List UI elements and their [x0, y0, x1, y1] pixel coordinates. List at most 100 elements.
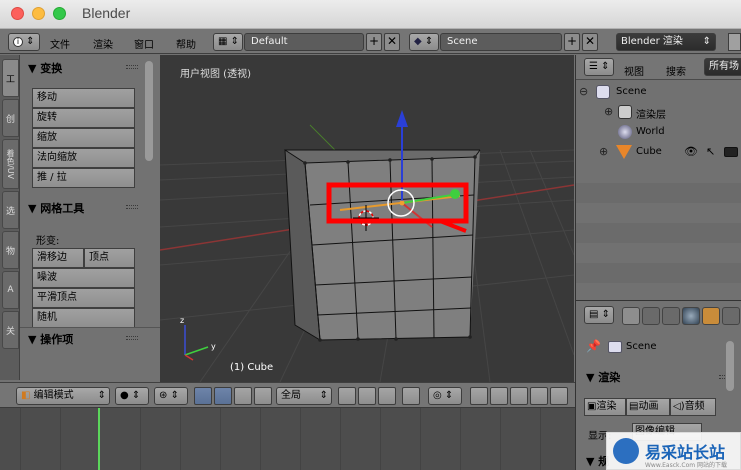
timeline-playhead[interactable] [98, 408, 100, 470]
selectable-cursor-icon[interactable]: ↖ [706, 145, 715, 158]
face-select-icon[interactable] [378, 387, 396, 405]
scene-name-field[interactable]: Scene [440, 33, 562, 51]
audio-button[interactable]: ◁)音频 [670, 398, 716, 416]
menu-help[interactable]: 帮助 [176, 36, 196, 51]
scale-manipulator-icon[interactable] [254, 387, 272, 405]
tab-relations[interactable]: 关 [2, 311, 19, 349]
scale-button[interactable]: 缩放 [32, 128, 135, 148]
panel-grip-icon[interactable] [126, 65, 138, 69]
zoom-window-button[interactable] [53, 7, 66, 20]
menu-file[interactable]: 文件 [50, 36, 70, 51]
rotate-button[interactable]: 旋转 [32, 108, 135, 128]
manipulator-toggle-icon[interactable] [194, 387, 212, 405]
visibility-eye-icon[interactable]: 👁 [684, 145, 698, 158]
delete-scene-button[interactable]: ✕ [582, 33, 598, 51]
timeline-gridline [500, 408, 501, 470]
screen-layout-menu[interactable]: ▦ ⇕ [213, 33, 243, 51]
limit-selection-icon[interactable] [402, 387, 420, 405]
tool-shelf-scrollbar[interactable] [145, 61, 153, 161]
proportional-edit-select[interactable]: ◎ ⇕ [428, 387, 462, 405]
render-panel-header[interactable]: ▼ 渲染 [586, 369, 620, 385]
outliner-menu-search[interactable]: 搜索 [666, 63, 686, 78]
animation-button[interactable]: ▤动画 [626, 398, 670, 416]
tab-shading-uv[interactable]: 着色/UV [2, 139, 19, 189]
outliner-editor-type-button[interactable]: ☰ ⇕ [584, 58, 614, 76]
pivot-select[interactable]: ⊛ ⇕ [154, 387, 188, 405]
render-engine-select[interactable]: Blender 渲染 ⇕ [616, 33, 716, 51]
object-tab-icon[interactable] [702, 307, 720, 325]
edge-select-icon[interactable] [358, 387, 376, 405]
properties-scrollbar[interactable] [726, 341, 734, 391]
outliner-row-scene[interactable]: ⊖ Scene [576, 83, 741, 103]
slide-vertex-button[interactable]: 顶点 [84, 248, 135, 268]
outliner: ☰ ⇕ 视图 搜索 所有场 ⊖ Scene ⊕ 渲染层 World ⊕ Cube… [575, 55, 741, 300]
minimize-window-button[interactable] [32, 7, 45, 20]
outliner-icon: ☰ [589, 61, 598, 72]
properties-editor-type-button[interactable]: ▤ ⇕ [584, 306, 614, 324]
render-layers-tab-icon[interactable] [642, 307, 660, 325]
vertex-select-icon[interactable] [338, 387, 356, 405]
outliner-menu-view[interactable]: 视图 [624, 63, 644, 78]
snap-toggle-icon[interactable] [470, 387, 488, 405]
viewport-scene[interactable]: z y [160, 55, 574, 382]
mesh-tools-header[interactable]: ▼ 网格工具 [28, 200, 84, 216]
layout-name-field[interactable]: Default [244, 33, 364, 51]
y-axis-handle-icon[interactable] [450, 189, 460, 199]
timeline[interactable] [0, 408, 575, 470]
opengl-render-icon[interactable] [530, 387, 548, 405]
watermark: 易采站长站 Www.Easck.Com 网站的下载 [606, 432, 741, 470]
move-button[interactable]: 移动 [32, 88, 135, 108]
add-layout-button[interactable]: + [366, 33, 382, 51]
add-scene-button[interactable]: + [564, 33, 580, 51]
close-window-button[interactable] [11, 7, 24, 20]
snap-element-icon[interactable] [490, 387, 508, 405]
outliner-empty-rows [576, 163, 741, 300]
opengl-animation-icon[interactable] [550, 387, 568, 405]
mode-select[interactable]: ◧ 编辑模式 ⇕ [16, 387, 110, 405]
smooth-vertex-button[interactable]: 平滑顶点 [32, 288, 135, 308]
translate-manipulator-icon[interactable] [214, 387, 232, 405]
normal-scale-button[interactable]: 法向缩放 [32, 148, 135, 168]
orientation-select[interactable]: 全局 ⇕ [276, 387, 332, 405]
randomize-button[interactable]: 随机 [32, 308, 135, 328]
outliner-filter-select[interactable]: 所有场 [704, 58, 741, 76]
outliner-row-world[interactable]: World [576, 123, 741, 143]
expand-icon[interactable]: ⊕ [599, 145, 608, 158]
transform-panel-header[interactable]: ▼ 变换 [28, 60, 62, 76]
scene-tab-icon[interactable] [662, 307, 680, 325]
pin-icon[interactable]: 📌 [586, 339, 601, 353]
3d-viewport[interactable]: z y 用户视图 (透视) (1) Cube [160, 55, 574, 382]
z-arrow-head-icon[interactable] [396, 110, 408, 127]
operator-panel-header[interactable]: ▼ 操作项 [28, 331, 73, 347]
noise-button[interactable]: 噪波 [32, 268, 135, 288]
shading-select[interactable]: ● ⇕ [115, 387, 149, 405]
slide-edge-button[interactable]: 滑移边 [32, 248, 84, 268]
push-pull-button[interactable]: 推 / 拉 [32, 168, 135, 188]
editor-type-info-button[interactable]: i ⇕ [8, 33, 40, 51]
rotate-manipulator-icon[interactable] [234, 387, 252, 405]
tab-create[interactable]: 创 [2, 99, 19, 137]
outliner-row-cube[interactable]: ⊕ Cube 👁 ↖ [576, 143, 741, 163]
snap-target-icon[interactable] [510, 387, 528, 405]
menu-window[interactable]: 窗口 [134, 36, 154, 51]
outliner-row-render-layers[interactable]: ⊕ 渲染层 [576, 103, 741, 123]
menu-render[interactable]: 渲染 [93, 36, 113, 51]
collapse-icon[interactable]: ⊖ [579, 85, 588, 98]
panel-grip-icon[interactable] [126, 205, 138, 209]
render-tab-camera-icon[interactable] [622, 307, 640, 325]
tab-physics[interactable]: 物 [2, 231, 19, 269]
modifiers-tab-icon[interactable] [722, 307, 740, 325]
tab-a[interactable]: A [2, 271, 19, 309]
render-button[interactable]: ▣渲染 [584, 398, 626, 416]
timeline-gridline [140, 408, 141, 470]
stats-button[interactable] [728, 33, 741, 51]
expand-icon[interactable]: ⊕ [604, 105, 613, 118]
panel-grip-icon[interactable] [126, 336, 138, 340]
tab-tools[interactable]: 工 [2, 59, 19, 97]
scene-menu[interactable]: ◆ ⇕ [409, 33, 439, 51]
world-tab-icon[interactable] [682, 307, 700, 325]
delete-layout-button[interactable]: ✕ [384, 33, 400, 51]
renderable-camera-icon[interactable] [724, 147, 738, 157]
tab-options[interactable]: 选 [2, 191, 19, 229]
cube-mesh[interactable] [284, 149, 481, 342]
